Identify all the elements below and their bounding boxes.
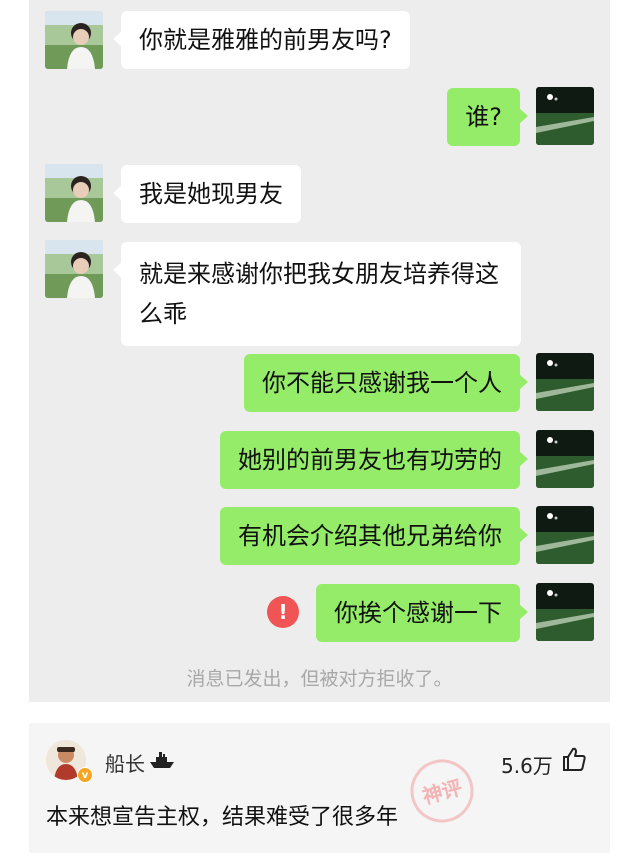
system-note: 消息已发出，但被对方拒收了。 — [186, 668, 453, 690]
field-avatar-icon[interactable] — [536, 430, 594, 488]
boy-avatar-icon[interactable] — [45, 11, 103, 69]
comment-text: 本来想宣告主权，结果难受了很多年 — [46, 805, 399, 830]
thumbs-up-icon[interactable] — [561, 746, 587, 772]
field-avatar-icon[interactable] — [536, 506, 594, 564]
message-bubble[interactable]: 你不能只感谢我一个人 — [244, 354, 528, 412]
error-icon[interactable]: ! — [267, 596, 299, 628]
message-bubble[interactable]: 就是来感谢你把我女朋友培养得这么乖 — [113, 242, 521, 346]
boy-avatar-icon[interactable] — [45, 164, 103, 222]
commenter-name[interactable]: 船长 — [105, 748, 145, 777]
ship-icon — [150, 752, 174, 768]
boy-avatar-icon[interactable] — [45, 240, 103, 298]
message-bubble[interactable]: 你挨个感谢一下 — [316, 584, 528, 642]
comment-card: v 船长 5.6万 神评 本来想宣告主权，结果难受了很多年 — [29, 723, 610, 853]
verified-badge-icon: v — [77, 767, 93, 783]
screenshot: 你就是雅雅的前男友吗? 谁? 我是她现男友 就是来感谢你把我女朋友培养得这么乖 … — [0, 0, 640, 859]
chat-window: 你就是雅雅的前男友吗? 谁? 我是她现男友 就是来感谢你把我女朋友培养得这么乖 … — [29, 0, 610, 702]
stamp-icon: 神评 — [410, 759, 474, 823]
field-avatar-icon[interactable] — [536, 353, 594, 411]
message-bubble[interactable]: 你就是雅雅的前男友吗? — [113, 11, 410, 69]
field-avatar-icon[interactable] — [536, 583, 594, 641]
message-bubble[interactable]: 我是她现男友 — [113, 165, 301, 223]
message-bubble[interactable]: 谁? — [447, 88, 528, 146]
message-bubble[interactable]: 有机会介绍其他兄弟给你 — [220, 507, 528, 565]
field-avatar-icon[interactable] — [536, 87, 594, 145]
stamp-text: 神评 — [420, 775, 465, 809]
message-bubble[interactable]: 她别的前男友也有功劳的 — [220, 431, 528, 489]
like-count: 5.6万 — [501, 754, 553, 778]
